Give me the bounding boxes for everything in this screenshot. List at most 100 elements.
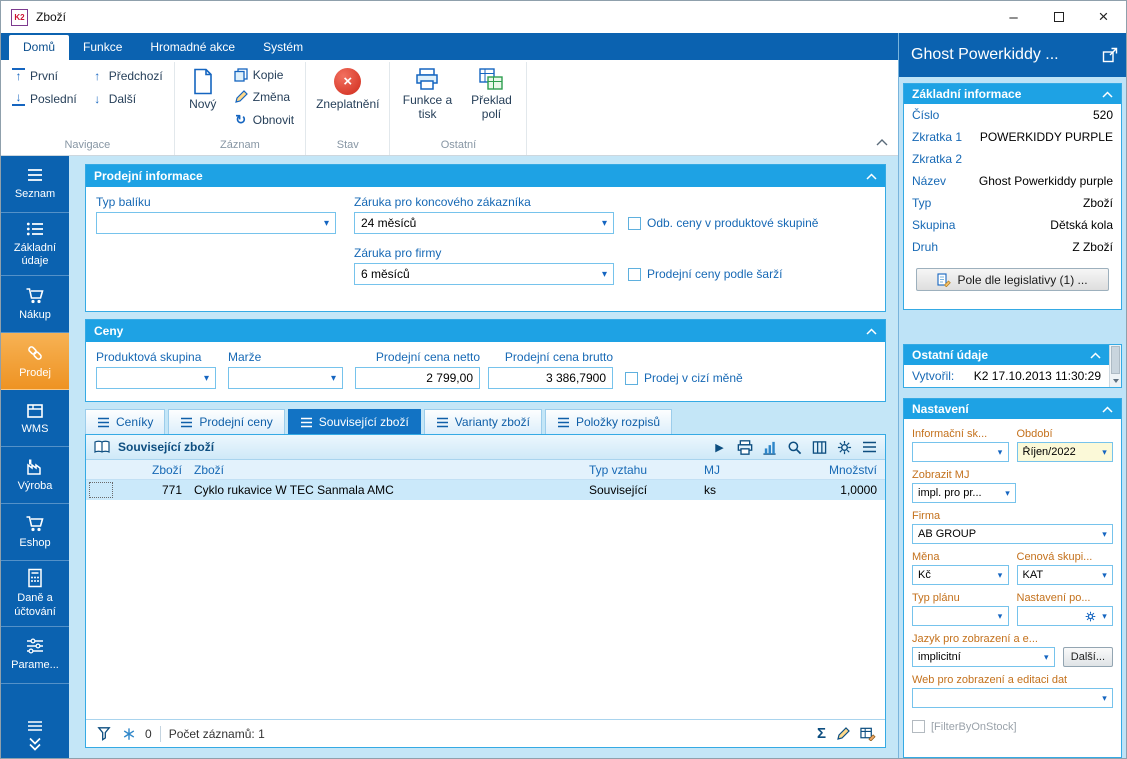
edit-record-button[interactable]: Změna <box>227 86 301 108</box>
product-group-dropdown[interactable]: ▾ <box>96 367 216 389</box>
sidebar-item-dane-a-uctovani[interactable]: Daně a účtování <box>1 561 69 627</box>
search-button[interactable] <box>786 439 803 456</box>
dropdown-arrow-icon[interactable]: ▾ <box>198 373 215 384</box>
ribbon-tab-home[interactable]: Domů <box>9 35 70 60</box>
filter-button[interactable] <box>95 725 112 742</box>
copy-record-button[interactable]: Kopie <box>227 64 301 86</box>
column-header-goods-name[interactable]: Zboží <box>188 463 585 477</box>
filter-by-stock-checkbox-row[interactable]: [FilterByOnStock] <box>912 720 1113 733</box>
menu-button[interactable] <box>861 439 878 456</box>
language-dropdown[interactable]: implicitní ▾ <box>912 647 1055 667</box>
columns-button[interactable] <box>811 439 828 456</box>
warranty-companies-dropdown[interactable]: 6 měsíců ▾ <box>354 263 614 285</box>
sum-button[interactable]: Σ <box>817 725 826 742</box>
sidebar-item-prodej[interactable]: Prodej <box>1 333 69 391</box>
maximize-button[interactable] <box>1036 1 1081 33</box>
filter-by-stock-checkbox[interactable] <box>912 720 925 733</box>
show-unit-dropdown[interactable]: impl. pro pr... ▾ <box>912 483 1016 503</box>
group-prices-checkbox-row[interactable]: Odb. ceny v produktové skupině <box>628 216 818 230</box>
quick-edit-button[interactable] <box>834 725 851 742</box>
period-dropdown[interactable]: Říjen/2022 ▾ <box>1016 442 1113 462</box>
gross-price-input[interactable]: 3 386,7900 <box>488 367 613 389</box>
dropdown-arrow-icon[interactable]: ▾ <box>993 611 1008 622</box>
invalidate-button[interactable]: × Zneplatnění <box>310 64 385 114</box>
ribbon-collapse-button[interactable] <box>876 135 888 149</box>
dropdown-arrow-icon[interactable]: ▾ <box>1097 693 1112 704</box>
batch-prices-checkbox-row[interactable]: Prodejní ceny podle šarží <box>628 267 782 281</box>
table-row[interactable]: 771 Cyklo rukavice W TEC Sanmala AMC Sou… <box>86 480 885 500</box>
dropdown-arrow-icon[interactable]: ▾ <box>325 373 342 384</box>
sidebar-item-eshop[interactable]: Eshop <box>1 504 69 562</box>
first-record-button[interactable]: ↑ První <box>5 64 84 87</box>
tab-souvisejici-zbozi[interactable]: Související zboží <box>287 409 421 434</box>
column-header-quantity[interactable]: Množství <box>755 463 885 477</box>
dropdown-arrow-icon[interactable]: ▾ <box>1039 652 1054 663</box>
package-type-dropdown[interactable]: ▾ <box>96 212 336 234</box>
double-chevron-down-icon[interactable] <box>27 737 43 751</box>
row-selector[interactable] <box>86 480 116 500</box>
column-header-relation-type[interactable]: Typ vztahu <box>585 463 700 477</box>
change-filter-button[interactable] <box>120 725 137 742</box>
margin-dropdown[interactable]: ▾ <box>228 367 343 389</box>
currency-dropdown[interactable]: Kč ▾ <box>912 565 1009 585</box>
scrollbar-thumb[interactable] <box>1111 346 1120 374</box>
column-header-goods-id[interactable]: Zboží <box>116 463 188 477</box>
last-record-button[interactable]: ↓ Poslední <box>5 87 84 110</box>
close-button[interactable]: × <box>1081 1 1126 33</box>
scrollbar[interactable] <box>1109 345 1121 387</box>
dropdown-arrow-icon[interactable]: ▾ <box>993 447 1008 458</box>
price-group-dropdown[interactable]: KAT ▾ <box>1016 565 1113 585</box>
collapse-icon[interactable] <box>1090 351 1101 359</box>
chart-button[interactable] <box>761 439 778 456</box>
collapse-icon[interactable] <box>866 327 877 335</box>
web-dropdown[interactable]: ▾ <box>912 688 1113 708</box>
sidebar-item-seznam[interactable]: Seznam <box>1 156 69 213</box>
new-record-button[interactable]: Nový <box>179 64 227 114</box>
minimize-button[interactable]: – <box>991 1 1036 33</box>
open-in-window-icon[interactable] <box>1102 47 1118 63</box>
tab-polozky-rozpisu[interactable]: Položky rozpisů <box>544 409 672 434</box>
tab-ceniky[interactable]: Ceníky <box>85 409 166 434</box>
plan-type-dropdown[interactable]: ▾ <box>912 606 1009 626</box>
scroll-down-button[interactable] <box>1110 375 1121 387</box>
company-dropdown[interactable]: AB GROUP ▾ <box>912 524 1113 544</box>
next-record-button[interactable]: ↓ Další <box>84 87 170 110</box>
settings-button[interactable] <box>836 439 853 456</box>
dropdown-arrow-icon[interactable]: ▾ <box>1097 570 1112 581</box>
play-button[interactable]: ▶ <box>711 439 728 456</box>
sidebar-item-parametry[interactable]: Parame... <box>1 627 69 684</box>
sidebar-item-wms[interactable]: WMS <box>1 390 69 448</box>
net-price-input[interactable]: 2 799,00 <box>355 367 480 389</box>
dropdown-arrow-icon[interactable]: ▾ <box>318 218 335 229</box>
previous-record-button[interactable]: ↑ Předchozí <box>84 64 170 87</box>
dropdown-arrow-icon[interactable]: ▾ <box>1097 447 1112 458</box>
functions-print-button[interactable]: Funkce a tisk <box>394 64 460 124</box>
bulk-edit-button[interactable] <box>859 725 876 742</box>
sidebar-item-vyroba[interactable]: Výroba <box>1 447 69 505</box>
foreign-currency-checkbox[interactable] <box>625 371 638 385</box>
translate-fields-button[interactable]: Překlad polí <box>460 64 522 124</box>
menu-icon[interactable] <box>27 721 43 731</box>
dropdown-arrow-icon[interactable]: ▾ <box>596 269 613 280</box>
column-header-unit[interactable]: MJ <box>700 463 755 477</box>
info-group-dropdown[interactable]: ▾ <box>912 442 1009 462</box>
tab-prodejni-ceny[interactable]: Prodejní ceny <box>168 409 285 434</box>
dropdown-arrow-icon[interactable]: ▾ <box>1097 529 1112 540</box>
ribbon-tab-bulk-actions[interactable]: Hromadné akce <box>136 35 249 60</box>
collapse-icon[interactable] <box>1102 405 1113 413</box>
ribbon-tab-system[interactable]: Systém <box>249 35 317 60</box>
foreign-currency-checkbox-row[interactable]: Prodej v cizí měně <box>625 371 743 385</box>
batch-prices-checkbox[interactable] <box>628 267 641 281</box>
dropdown-arrow-icon[interactable]: ▾ <box>596 218 613 229</box>
legislative-fields-button[interactable]: Pole dle legislativy (1) ... <box>916 268 1109 291</box>
refresh-record-button[interactable]: ↻ Obnovit <box>227 108 301 132</box>
print-button[interactable] <box>736 439 753 456</box>
ribbon-tab-functions[interactable]: Funkce <box>69 35 136 60</box>
dropdown-arrow-icon[interactable]: ▾ <box>1097 611 1112 622</box>
collapse-icon[interactable] <box>1102 90 1113 98</box>
more-button[interactable]: Další... <box>1062 647 1113 667</box>
dropdown-arrow-icon[interactable]: ▾ <box>993 570 1008 581</box>
order-settings-dropdown[interactable]: ▾ <box>1016 606 1113 626</box>
group-prices-checkbox[interactable] <box>628 216 641 230</box>
warranty-customer-dropdown[interactable]: 24 měsíců ▾ <box>354 212 614 234</box>
